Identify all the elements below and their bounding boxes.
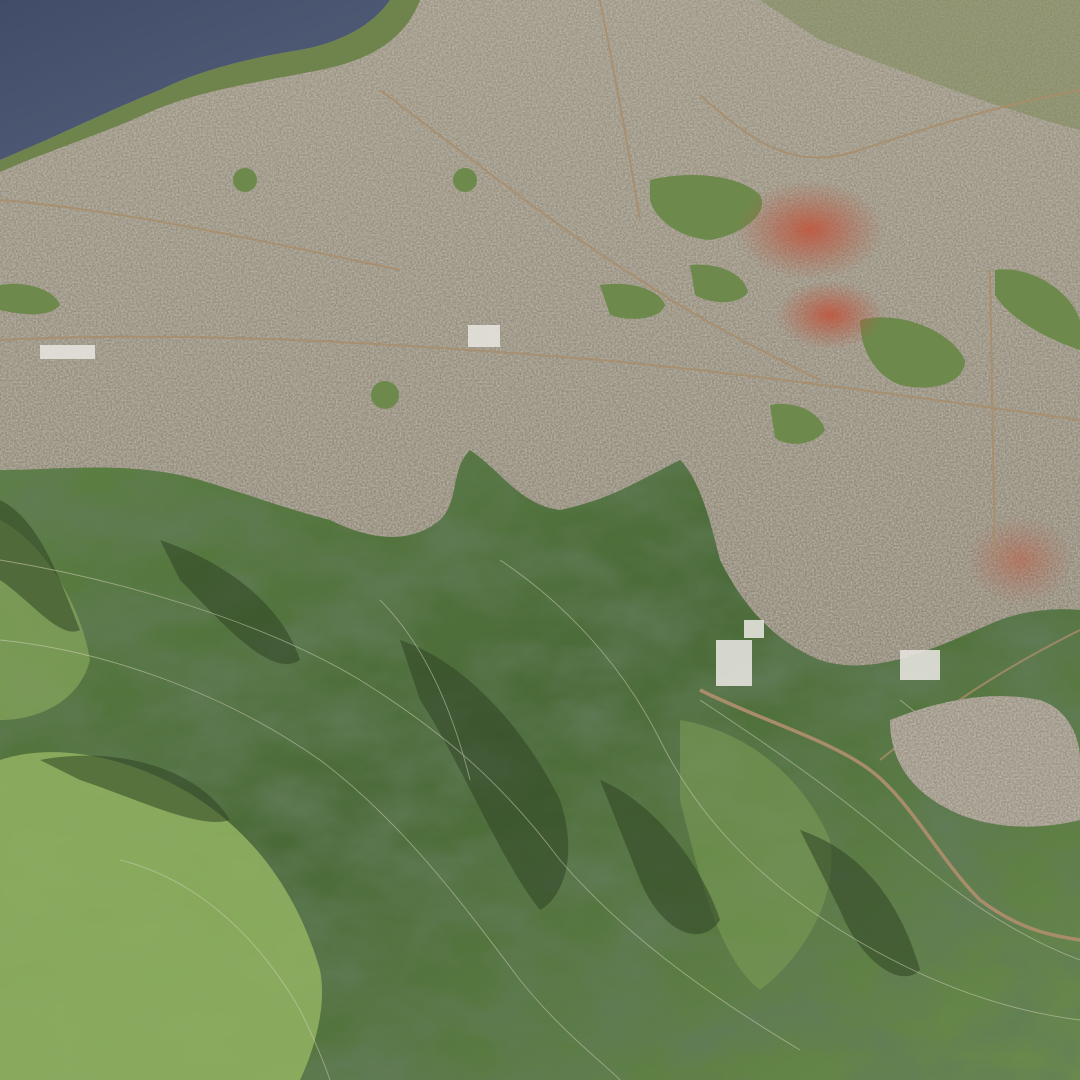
warehouse-3: [900, 650, 940, 680]
warehouse-4: [468, 325, 500, 347]
warehouse-5: [40, 345, 95, 359]
park-8: [371, 381, 399, 409]
red-roof-cluster-3: [965, 515, 1075, 605]
map-viewport[interactable]: [0, 0, 1080, 1080]
warehouse-2: [744, 620, 764, 638]
red-roof-cluster-2: [775, 280, 885, 350]
park-10: [233, 168, 257, 192]
terrain-render: [0, 0, 1080, 1080]
red-roof-cluster-1: [735, 180, 885, 280]
park-9: [453, 168, 477, 192]
warehouse-1: [716, 640, 752, 686]
